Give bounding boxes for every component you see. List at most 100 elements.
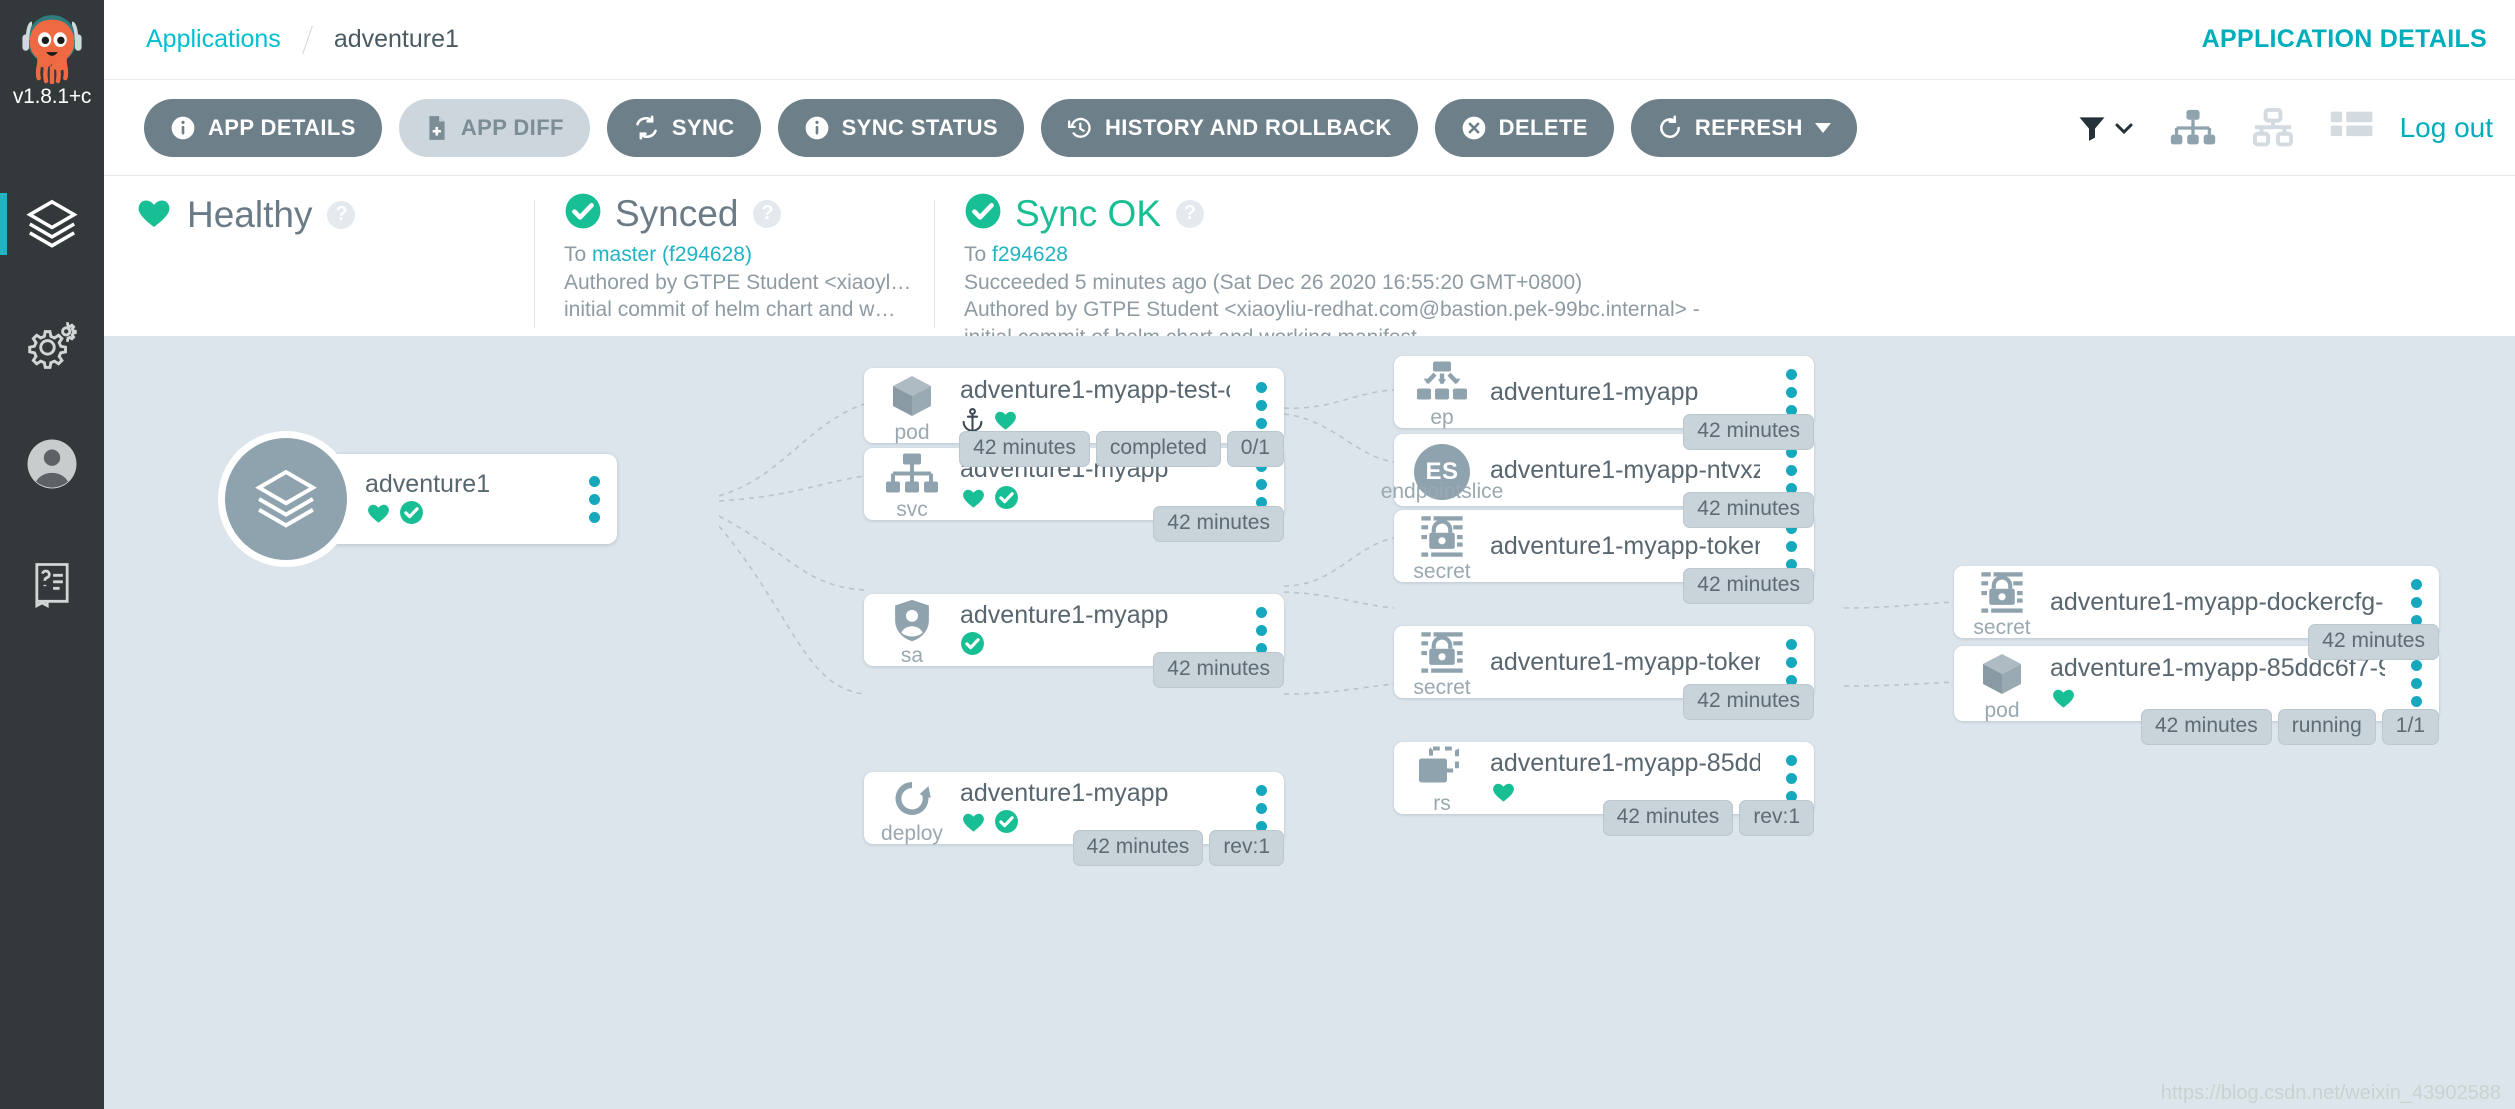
list-view-icon[interactable]: [2330, 110, 2374, 146]
refresh-button[interactable]: REFRESH: [1630, 98, 1857, 157]
node-kind-label: secret: [1413, 676, 1471, 699]
history-and-rollback-button[interactable]: HISTORY AND ROLLBACK: [1040, 98, 1418, 157]
node-pills: 42 minutes: [1153, 506, 1284, 542]
sync-message: initial commit of helm chart and w…: [564, 298, 896, 322]
node-pills: 42 minutes: [1153, 652, 1284, 688]
app-details-button-label: APP DETAILS: [208, 114, 356, 140]
node-pills: 42 minutes: [1683, 684, 1814, 720]
heart-icon: [365, 499, 392, 531]
operation-revision[interactable]: f294628: [992, 243, 1068, 266]
pill-rev: rev:1: [1209, 830, 1284, 866]
top-bar: Applications adventure1 APPLICATION DETA…: [104, 0, 2515, 80]
app-root-node[interactable]: adventure1: [218, 431, 617, 567]
breadcrumb-current: adventure1: [333, 25, 459, 53]
tree-node-rs[interactable]: rs adventure1-myapp-85ddc6f7 42 minutes …: [1394, 742, 1814, 836]
node-icon-wrap: secret: [1394, 626, 1490, 698]
node-name: adventure1-myapp: [1490, 377, 1699, 406]
operation-status-title: Sync OK: [1015, 192, 1161, 234]
operation-status-panel: Sync OK ? To f294628 Succeeded 5 minutes…: [934, 192, 1754, 336]
pill-age: 42 minutes: [1683, 414, 1814, 450]
version-label: v1.8.1+c: [12, 84, 92, 108]
node-icon-wrap: secret: [1394, 510, 1490, 582]
tree-node-secret-dockercfg[interactable]: secret adventure1-myapp-dockercfg-… 42 m…: [1954, 566, 2439, 660]
tree-node-deploy[interactable]: deploy adventure1-myapp 42 minutes rev:1: [864, 772, 1284, 866]
status-summary: Healthy ? Synced ? To master (f294628) A…: [104, 176, 2515, 336]
app-diff-button-label: APP DIFF: [460, 114, 564, 140]
deployment-arrow-icon: [895, 782, 931, 815]
node-kind-label: pod: [1984, 699, 2020, 722]
action-toolbar: APP DETAILS APP DIFF SYNC SYNC STATUS HI: [104, 80, 2515, 176]
node-kind-label: endpointslice: [1380, 480, 1504, 503]
page-title: APPLICATION DETAILS: [2201, 25, 2487, 53]
delete-icon: [1461, 115, 1487, 141]
app-root-avatar: [218, 431, 354, 567]
node-pills: 42 minutes rev:1: [1072, 830, 1284, 866]
check-circle-icon: [964, 192, 1002, 235]
sync-revision[interactable]: master (f294628): [592, 243, 752, 266]
app-diff-button[interactable]: APP DIFF: [398, 98, 590, 157]
app-details-button[interactable]: APP DETAILS: [144, 98, 382, 157]
app-root-name: adventure1: [365, 469, 491, 498]
sidebar-nav: [0, 164, 104, 644]
delete-button[interactable]: DELETE: [1434, 98, 1614, 157]
app-root-menu-button[interactable]: [571, 454, 617, 544]
operation-to-prefix: To: [964, 243, 987, 266]
node-pills: 42 minutes: [1683, 568, 1814, 604]
argo-octopus-icon: [22, 14, 82, 84]
delete-button-label: DELETE: [1498, 114, 1588, 140]
node-kind-label: secret: [1413, 560, 1471, 583]
node-name: adventure1-myapp: [960, 600, 1169, 629]
info-icon: [804, 115, 830, 141]
lock-icon: [1421, 516, 1463, 557]
sync-status-button[interactable]: SYNC STATUS: [777, 98, 1024, 157]
check-circle-icon: [564, 192, 602, 235]
heart-icon: [1490, 778, 1517, 810]
gears-icon: [28, 322, 77, 369]
sidebar-item-settings[interactable]: [0, 284, 104, 404]
breadcrumb: Applications adventure1: [104, 25, 459, 55]
operation-help-icon[interactable]: ?: [1176, 199, 1204, 228]
tree-node-sa[interactable]: sa adventure1-myapp 42 minutes: [864, 594, 1284, 688]
pill-ready: 0/1: [1226, 431, 1284, 467]
node-icon-wrap: ES endpointslice: [1381, 434, 1503, 506]
node-icon-wrap: pod: [864, 368, 960, 443]
layers-icon: [26, 199, 78, 248]
health-help-icon[interactable]: ?: [327, 200, 356, 229]
sidebar-item-user-info[interactable]: [0, 404, 104, 524]
sync-help-icon[interactable]: ?: [753, 199, 782, 228]
sidebar-item-documentation[interactable]: [0, 524, 104, 644]
logout-button[interactable]: Log out: [2400, 112, 2493, 144]
tree-node-pod-test[interactable]: pod adventure1-myapp-test-connec… 42 min…: [864, 368, 1284, 467]
resource-tree[interactable]: adventure1 pod adventure1-myapp-test- 42…: [104, 336, 2515, 1109]
app-root-badges: [365, 499, 563, 531]
sidebar-item-applications[interactable]: [0, 164, 104, 284]
node-icon-wrap: secret: [1954, 566, 2050, 638]
pill-age: 42 minutes: [1153, 506, 1284, 542]
sync-author: Authored by GTPE Student <xiaoyl…: [564, 270, 912, 294]
cube-icon: [1983, 654, 2021, 694]
breadcrumb-applications[interactable]: Applications: [146, 25, 281, 54]
network-view-icon[interactable]: [2250, 107, 2296, 148]
sync-button-label: SYNC: [671, 114, 735, 140]
filter-icon[interactable]: [2075, 113, 2136, 143]
pill-age: 42 minutes: [1153, 652, 1284, 688]
info-icon: [170, 115, 196, 141]
tree-view-icon[interactable]: [2170, 108, 2216, 148]
file-diff-icon: [425, 115, 449, 141]
pill-age: 42 minutes: [959, 431, 1090, 467]
sync-icon: [633, 114, 660, 141]
sidebar: v1.8.1+c: [0, 0, 104, 1109]
node-name: adventure1-myapp-dockercfg-…: [2050, 587, 2385, 616]
refresh-button-label: REFRESH: [1694, 114, 1803, 140]
tree-node-secret-gtt2c[interactable]: secret adventure1-myapp-token-gtt2c 42 m…: [1394, 626, 1814, 720]
tree-node-ep[interactable]: ep adventure1-myapp 42 minutes: [1394, 356, 1814, 450]
node-name: adventure1-myapp: [960, 778, 1169, 807]
node-icon-wrap: pod: [1954, 646, 2050, 721]
pill-phase: running: [2277, 709, 2376, 745]
heart-icon: [960, 484, 987, 516]
lock-icon: [1981, 572, 2023, 613]
node-pills: 42 minutes completed 0/1: [959, 431, 1284, 467]
sync-button[interactable]: SYNC: [606, 98, 761, 157]
argocd-logo[interactable]: v1.8.1+c: [0, 0, 104, 112]
health-status-title: Healthy: [187, 193, 313, 235]
